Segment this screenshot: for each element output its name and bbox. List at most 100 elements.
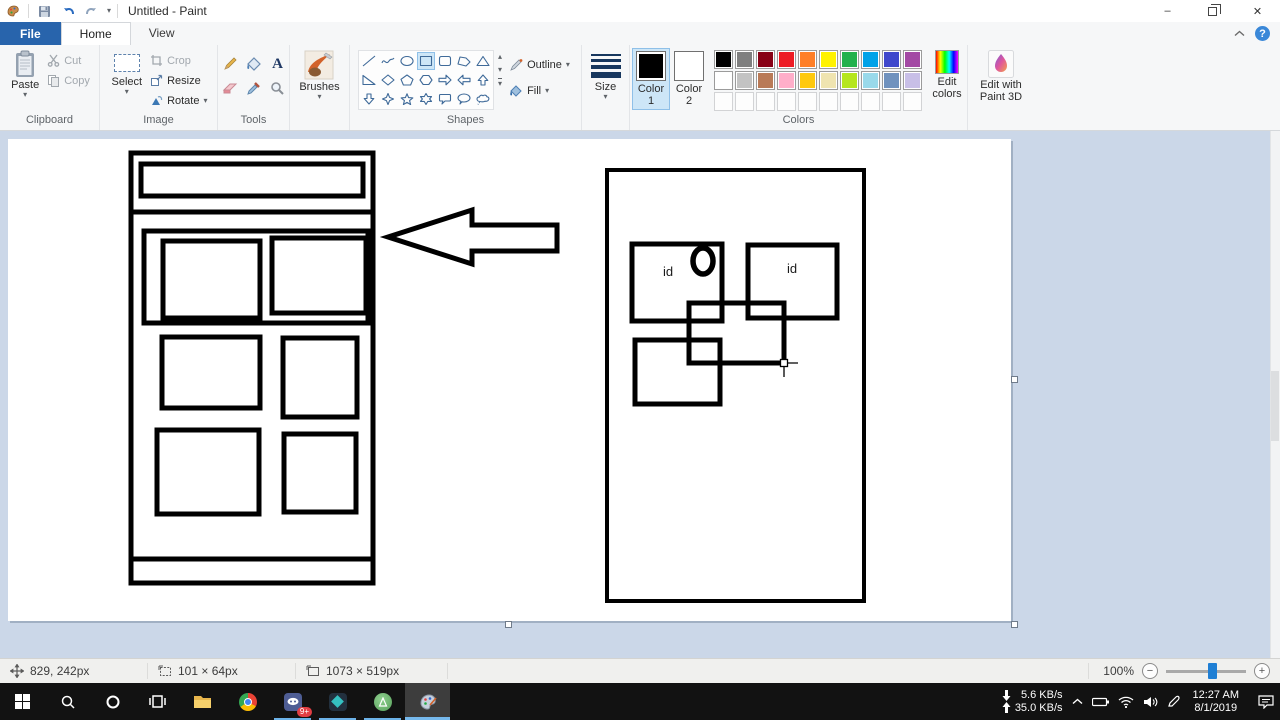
- shapes-scroll-up-icon[interactable]: ▴: [498, 52, 502, 61]
- palette-swatch[interactable]: [735, 71, 754, 90]
- shape-callout-oval[interactable]: [455, 90, 473, 108]
- magnifier-tool[interactable]: [268, 78, 288, 98]
- save-button[interactable]: [35, 2, 53, 20]
- vertical-scrollbar[interactable]: [1270, 131, 1280, 658]
- shape-hexagon[interactable]: [417, 71, 435, 89]
- shapes-scroll-down-icon[interactable]: ▾: [498, 65, 502, 74]
- shape-ellipse[interactable]: [398, 52, 416, 70]
- filmora-button[interactable]: [315, 683, 360, 720]
- palette-swatch-empty[interactable]: [735, 92, 754, 111]
- palette-swatch[interactable]: [903, 50, 922, 69]
- shape-arrow-down[interactable]: [360, 90, 378, 108]
- shape-callout-rounded[interactable]: [436, 90, 454, 108]
- zoom-out-button[interactable]: −: [1142, 663, 1158, 679]
- shape-right-triangle[interactable]: [360, 71, 378, 89]
- palette-swatch[interactable]: [861, 71, 880, 90]
- palette-swatch[interactable]: [861, 50, 880, 69]
- close-button[interactable]: ✕: [1235, 0, 1280, 22]
- discord-button[interactable]: 9+: [270, 683, 315, 720]
- cortana-button[interactable]: [90, 683, 135, 720]
- battery-icon[interactable]: [1091, 697, 1109, 707]
- rotate-button[interactable]: Rotate ▾: [147, 92, 210, 109]
- customize-qat-dropdown-icon[interactable]: ▾: [107, 7, 111, 15]
- cut-button[interactable]: Cut: [44, 52, 93, 69]
- shape-star-5[interactable]: [398, 90, 416, 108]
- start-button[interactable]: [0, 683, 45, 720]
- shape-star-4[interactable]: [379, 90, 397, 108]
- shape-diamond[interactable]: [379, 71, 397, 89]
- tab-file[interactable]: File: [0, 22, 61, 45]
- palette-swatch[interactable]: [840, 50, 859, 69]
- scrollbar-thumb[interactable]: [1271, 371, 1279, 441]
- edit-colors-button[interactable]: Edit colors: [929, 48, 965, 100]
- shape-arrow-left[interactable]: [455, 71, 473, 89]
- shape-pentagon[interactable]: [398, 71, 416, 89]
- brushes-button[interactable]: Brushes ▾: [294, 48, 344, 102]
- palette-swatch-empty[interactable]: [861, 92, 880, 111]
- action-center-icon[interactable]: [1252, 694, 1274, 709]
- palette-swatch[interactable]: [798, 71, 817, 90]
- clock-widget[interactable]: 12:27 AM 8/1/2019: [1189, 689, 1243, 715]
- resize-button[interactable]: Resize: [147, 72, 210, 89]
- paste-button[interactable]: Paste ▾: [6, 48, 44, 100]
- android-studio-button[interactable]: [360, 683, 405, 720]
- crop-button[interactable]: Crop: [147, 52, 210, 69]
- shape-rectangle[interactable]: [417, 52, 436, 70]
- collapse-ribbon-icon[interactable]: [1234, 30, 1245, 37]
- paint-taskbar-button[interactable]: [405, 683, 450, 720]
- shape-callout-cloud[interactable]: [474, 90, 492, 108]
- paint-canvas[interactable]: id id: [8, 139, 1011, 621]
- palette-swatch[interactable]: [882, 50, 901, 69]
- shape-star-6[interactable]: [417, 90, 435, 108]
- palette-swatch-empty[interactable]: [798, 92, 817, 111]
- palette-swatch-empty[interactable]: [840, 92, 859, 111]
- shape-rounded-rectangle[interactable]: [436, 52, 454, 70]
- palette-swatch[interactable]: [714, 50, 733, 69]
- shape-curve[interactable]: [379, 52, 397, 70]
- minimize-button[interactable]: –: [1145, 0, 1190, 22]
- brushes-dropdown-icon[interactable]: ▾: [317, 93, 321, 101]
- palette-swatch[interactable]: [882, 71, 901, 90]
- select-button[interactable]: Select ▾: [106, 48, 147, 97]
- chrome-button[interactable]: [225, 683, 270, 720]
- shape-arrow-up[interactable]: [474, 71, 492, 89]
- palette-swatch[interactable]: [798, 50, 817, 69]
- palette-swatch[interactable]: [714, 71, 733, 90]
- fill-tool[interactable]: [244, 54, 264, 74]
- pen-icon[interactable]: [1167, 695, 1180, 708]
- shape-polygon[interactable]: [455, 52, 473, 70]
- tab-view[interactable]: View: [131, 22, 193, 45]
- pencil-tool[interactable]: [220, 54, 240, 74]
- palette-swatch-empty[interactable]: [882, 92, 901, 111]
- zoom-slider-thumb[interactable]: [1208, 662, 1217, 679]
- undo-button[interactable]: [59, 2, 77, 20]
- palette-swatch[interactable]: [756, 71, 775, 90]
- size-button[interactable]: Size ▾: [586, 48, 626, 102]
- palette-swatch[interactable]: [777, 71, 796, 90]
- color1-button[interactable]: Color 1: [632, 48, 670, 110]
- select-dropdown-icon[interactable]: ▾: [125, 88, 129, 96]
- paste-dropdown-icon[interactable]: ▾: [23, 91, 27, 99]
- palette-swatch-empty[interactable]: [756, 92, 775, 111]
- color2-button[interactable]: Color 2: [670, 48, 708, 110]
- canvas-resize-handle-right[interactable]: [1011, 376, 1018, 383]
- palette-swatch[interactable]: [819, 71, 838, 90]
- palette-swatch-empty[interactable]: [777, 92, 796, 111]
- edit-with-paint3d-button[interactable]: Edit with Paint 3D: [970, 48, 1032, 105]
- fill-button[interactable]: Fill ▾: [506, 82, 573, 100]
- search-button[interactable]: [45, 683, 90, 720]
- text-tool[interactable]: A: [268, 54, 288, 74]
- redo-button[interactable]: [83, 2, 101, 20]
- shapes-more-icon[interactable]: ▾: [498, 78, 503, 88]
- task-view-button[interactable]: [135, 683, 180, 720]
- eraser-tool[interactable]: [220, 78, 240, 98]
- palette-swatch[interactable]: [840, 71, 859, 90]
- zoom-in-button[interactable]: +: [1254, 663, 1270, 679]
- canvas-resize-handle-corner[interactable]: [1011, 621, 1018, 628]
- palette-swatch[interactable]: [819, 50, 838, 69]
- color-picker-tool[interactable]: [244, 78, 264, 98]
- palette-swatch[interactable]: [777, 50, 796, 69]
- palette-swatch[interactable]: [756, 50, 775, 69]
- wifi-icon[interactable]: [1118, 696, 1134, 708]
- shape-triangle[interactable]: [474, 52, 492, 70]
